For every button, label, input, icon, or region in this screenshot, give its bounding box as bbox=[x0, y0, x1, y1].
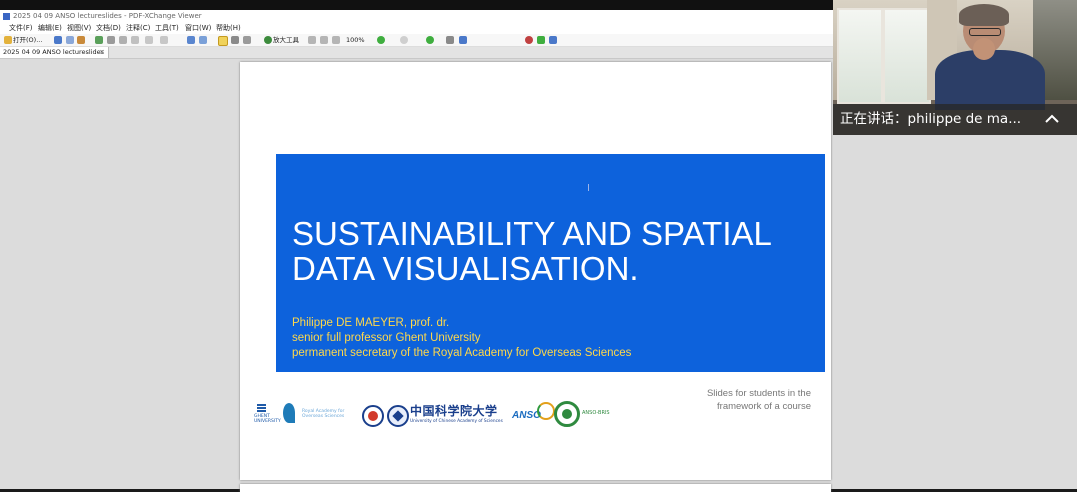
seal-logo-1 bbox=[362, 405, 384, 427]
text-cursor bbox=[588, 184, 589, 191]
main-toolbar: 打开(O)... 放大工具 100% bbox=[0, 34, 833, 47]
find-icon[interactable] bbox=[446, 36, 454, 44]
speaker-figure bbox=[935, 4, 1045, 110]
document-tab-label: 2025 04 09 ANSO lectureslides bbox=[3, 48, 104, 56]
menu-comments[interactable]: 注释(C) bbox=[126, 23, 150, 34]
scan-icon[interactable] bbox=[77, 36, 85, 44]
royal-logo-text-2: Overseas Sciences bbox=[302, 414, 345, 419]
print-icon[interactable] bbox=[95, 36, 103, 44]
save-icon[interactable] bbox=[54, 36, 62, 44]
document-tab[interactable]: 2025 04 09 ANSO lectureslides × bbox=[0, 47, 109, 58]
fit-width-icon[interactable] bbox=[332, 36, 340, 44]
author-block: Philippe DE MAEYER, prof. dr. senior ful… bbox=[292, 316, 631, 361]
anso-swirl-icon bbox=[537, 402, 555, 420]
ucas-logo-english: University of Chinese Academy of Science… bbox=[410, 419, 503, 424]
speaker-label: 正在讲话：philippe de ma... bbox=[840, 111, 1022, 127]
ghent-logo-text-2: UNIVERSITY bbox=[254, 419, 281, 424]
snapshot-icon[interactable] bbox=[243, 36, 251, 44]
slide-title-line-2: DATA VISUALISATION. bbox=[292, 250, 639, 287]
ghent-logo-icon bbox=[257, 404, 266, 413]
menu-help[interactable]: 帮助(H) bbox=[216, 23, 241, 34]
refresh-icon[interactable] bbox=[199, 36, 207, 44]
zoom-out-icon[interactable] bbox=[400, 36, 408, 44]
fit-page-icon[interactable] bbox=[320, 36, 328, 44]
open-button-label[interactable]: 打开(O)... bbox=[13, 34, 42, 46]
pdf-viewer-window: 2025 04 09 ANSO lectureslides - PDF-XCha… bbox=[0, 10, 833, 492]
actual-size-icon[interactable] bbox=[308, 36, 316, 44]
slide-title-line-1: SUSTAINABILITY AND SPATIAL bbox=[292, 215, 772, 252]
anso-bri-logo: ANSO-BRIS bbox=[554, 401, 614, 431]
menu-window[interactable]: 窗口(W) bbox=[185, 23, 211, 34]
menu-file[interactable]: 文件(F) bbox=[9, 23, 33, 34]
title-bar: 2025 04 09 ANSO lectureslides - PDF-XCha… bbox=[0, 10, 833, 23]
zoom-tool-icon[interactable] bbox=[264, 36, 272, 44]
history-icon[interactable] bbox=[160, 36, 168, 44]
pdf-page: SUSTAINABILITY AND SPATIAL DATA VISUALIS… bbox=[240, 62, 831, 480]
anso-bri-logo-text: ANSO-BRIS bbox=[582, 410, 610, 416]
title-banner: SUSTAINABILITY AND SPATIAL DATA VISUALIS… bbox=[276, 154, 825, 372]
menu-document[interactable]: 文档(D) bbox=[96, 23, 121, 34]
ucas-logo: 中国科学院大学 University of Chinese Academy of… bbox=[410, 402, 506, 430]
select-text-icon[interactable] bbox=[231, 36, 239, 44]
next-pdf-page bbox=[240, 484, 831, 492]
royal-academy-emblem-icon bbox=[283, 403, 295, 423]
slide-title: SUSTAINABILITY AND SPATIAL DATA VISUALIS… bbox=[292, 216, 817, 286]
slide-note: Slides for students in the framework of … bbox=[660, 387, 811, 413]
menu-edit[interactable]: 编辑(E) bbox=[38, 23, 62, 34]
seal-logo-2 bbox=[387, 405, 409, 427]
slide-note-line-2: framework of a course bbox=[717, 401, 811, 412]
menu-view[interactable]: 视图(V) bbox=[67, 23, 91, 34]
zoom-level[interactable]: 100% bbox=[346, 34, 365, 46]
rotate-icon[interactable] bbox=[187, 36, 195, 44]
ucas-logo-chinese: 中国科学院大学 bbox=[410, 404, 498, 418]
zoom-in-icon[interactable] bbox=[377, 36, 385, 44]
back-icon[interactable] bbox=[131, 36, 139, 44]
menu-tools[interactable]: 工具(T) bbox=[155, 23, 179, 34]
typewriter-icon[interactable] bbox=[459, 36, 467, 44]
document-viewer[interactable]: SUSTAINABILITY AND SPATIAL DATA VISUALIS… bbox=[0, 59, 833, 492]
chevron-up-icon[interactable] bbox=[1043, 110, 1061, 128]
comment-icon[interactable] bbox=[525, 36, 533, 44]
author-name: Philippe DE MAEYER, prof. dr. bbox=[292, 317, 450, 329]
open-folder-icon[interactable] bbox=[4, 36, 12, 44]
royal-academy-logo: Royal Academy for Overseas Sciences bbox=[282, 403, 358, 427]
ghent-university-logo: GHENT UNIVERSITY bbox=[254, 404, 282, 426]
undo-icon[interactable] bbox=[107, 36, 115, 44]
author-position: senior full professor Ghent University bbox=[292, 332, 481, 344]
video-window-left bbox=[837, 8, 931, 104]
menu-bar: 文件(F) 编辑(E) 视图(V) 文档(D) 注释(C) 工具(T) 窗口(W… bbox=[0, 23, 833, 34]
window-title: 2025 04 09 ANSO lectureslides - PDF-XCha… bbox=[13, 12, 202, 20]
speaker-video-tile[interactable]: 正在讲话：philippe de ma... bbox=[833, 0, 1077, 135]
zoom-tool-label[interactable]: 放大工具 bbox=[273, 34, 299, 46]
author-secretary: permanent secretary of the Royal Academy… bbox=[292, 347, 632, 359]
speaker-label-bar: 正在讲话：philippe de ma... bbox=[833, 104, 1077, 135]
close-tab-icon[interactable]: × bbox=[99, 47, 105, 58]
slide-note-line-1: Slides for students in the bbox=[706, 388, 811, 399]
redo-icon[interactable] bbox=[119, 36, 127, 44]
anso-bri-emblem-icon bbox=[554, 401, 580, 427]
stamp-icon[interactable] bbox=[549, 36, 557, 44]
anso-logo: ANSO bbox=[512, 402, 555, 430]
institution-logos: GHENT UNIVERSITY Royal Academy for Overs… bbox=[254, 400, 614, 434]
document-tab-bar: 2025 04 09 ANSO lectureslides × bbox=[0, 47, 833, 59]
right-background-panel bbox=[833, 135, 1077, 489]
highlight-icon[interactable] bbox=[537, 36, 545, 44]
app-icon bbox=[3, 13, 10, 20]
hand-tool-icon[interactable] bbox=[218, 36, 228, 46]
forward-icon[interactable] bbox=[145, 36, 153, 44]
email-icon[interactable] bbox=[66, 36, 74, 44]
next-view-icon[interactable] bbox=[426, 36, 434, 44]
